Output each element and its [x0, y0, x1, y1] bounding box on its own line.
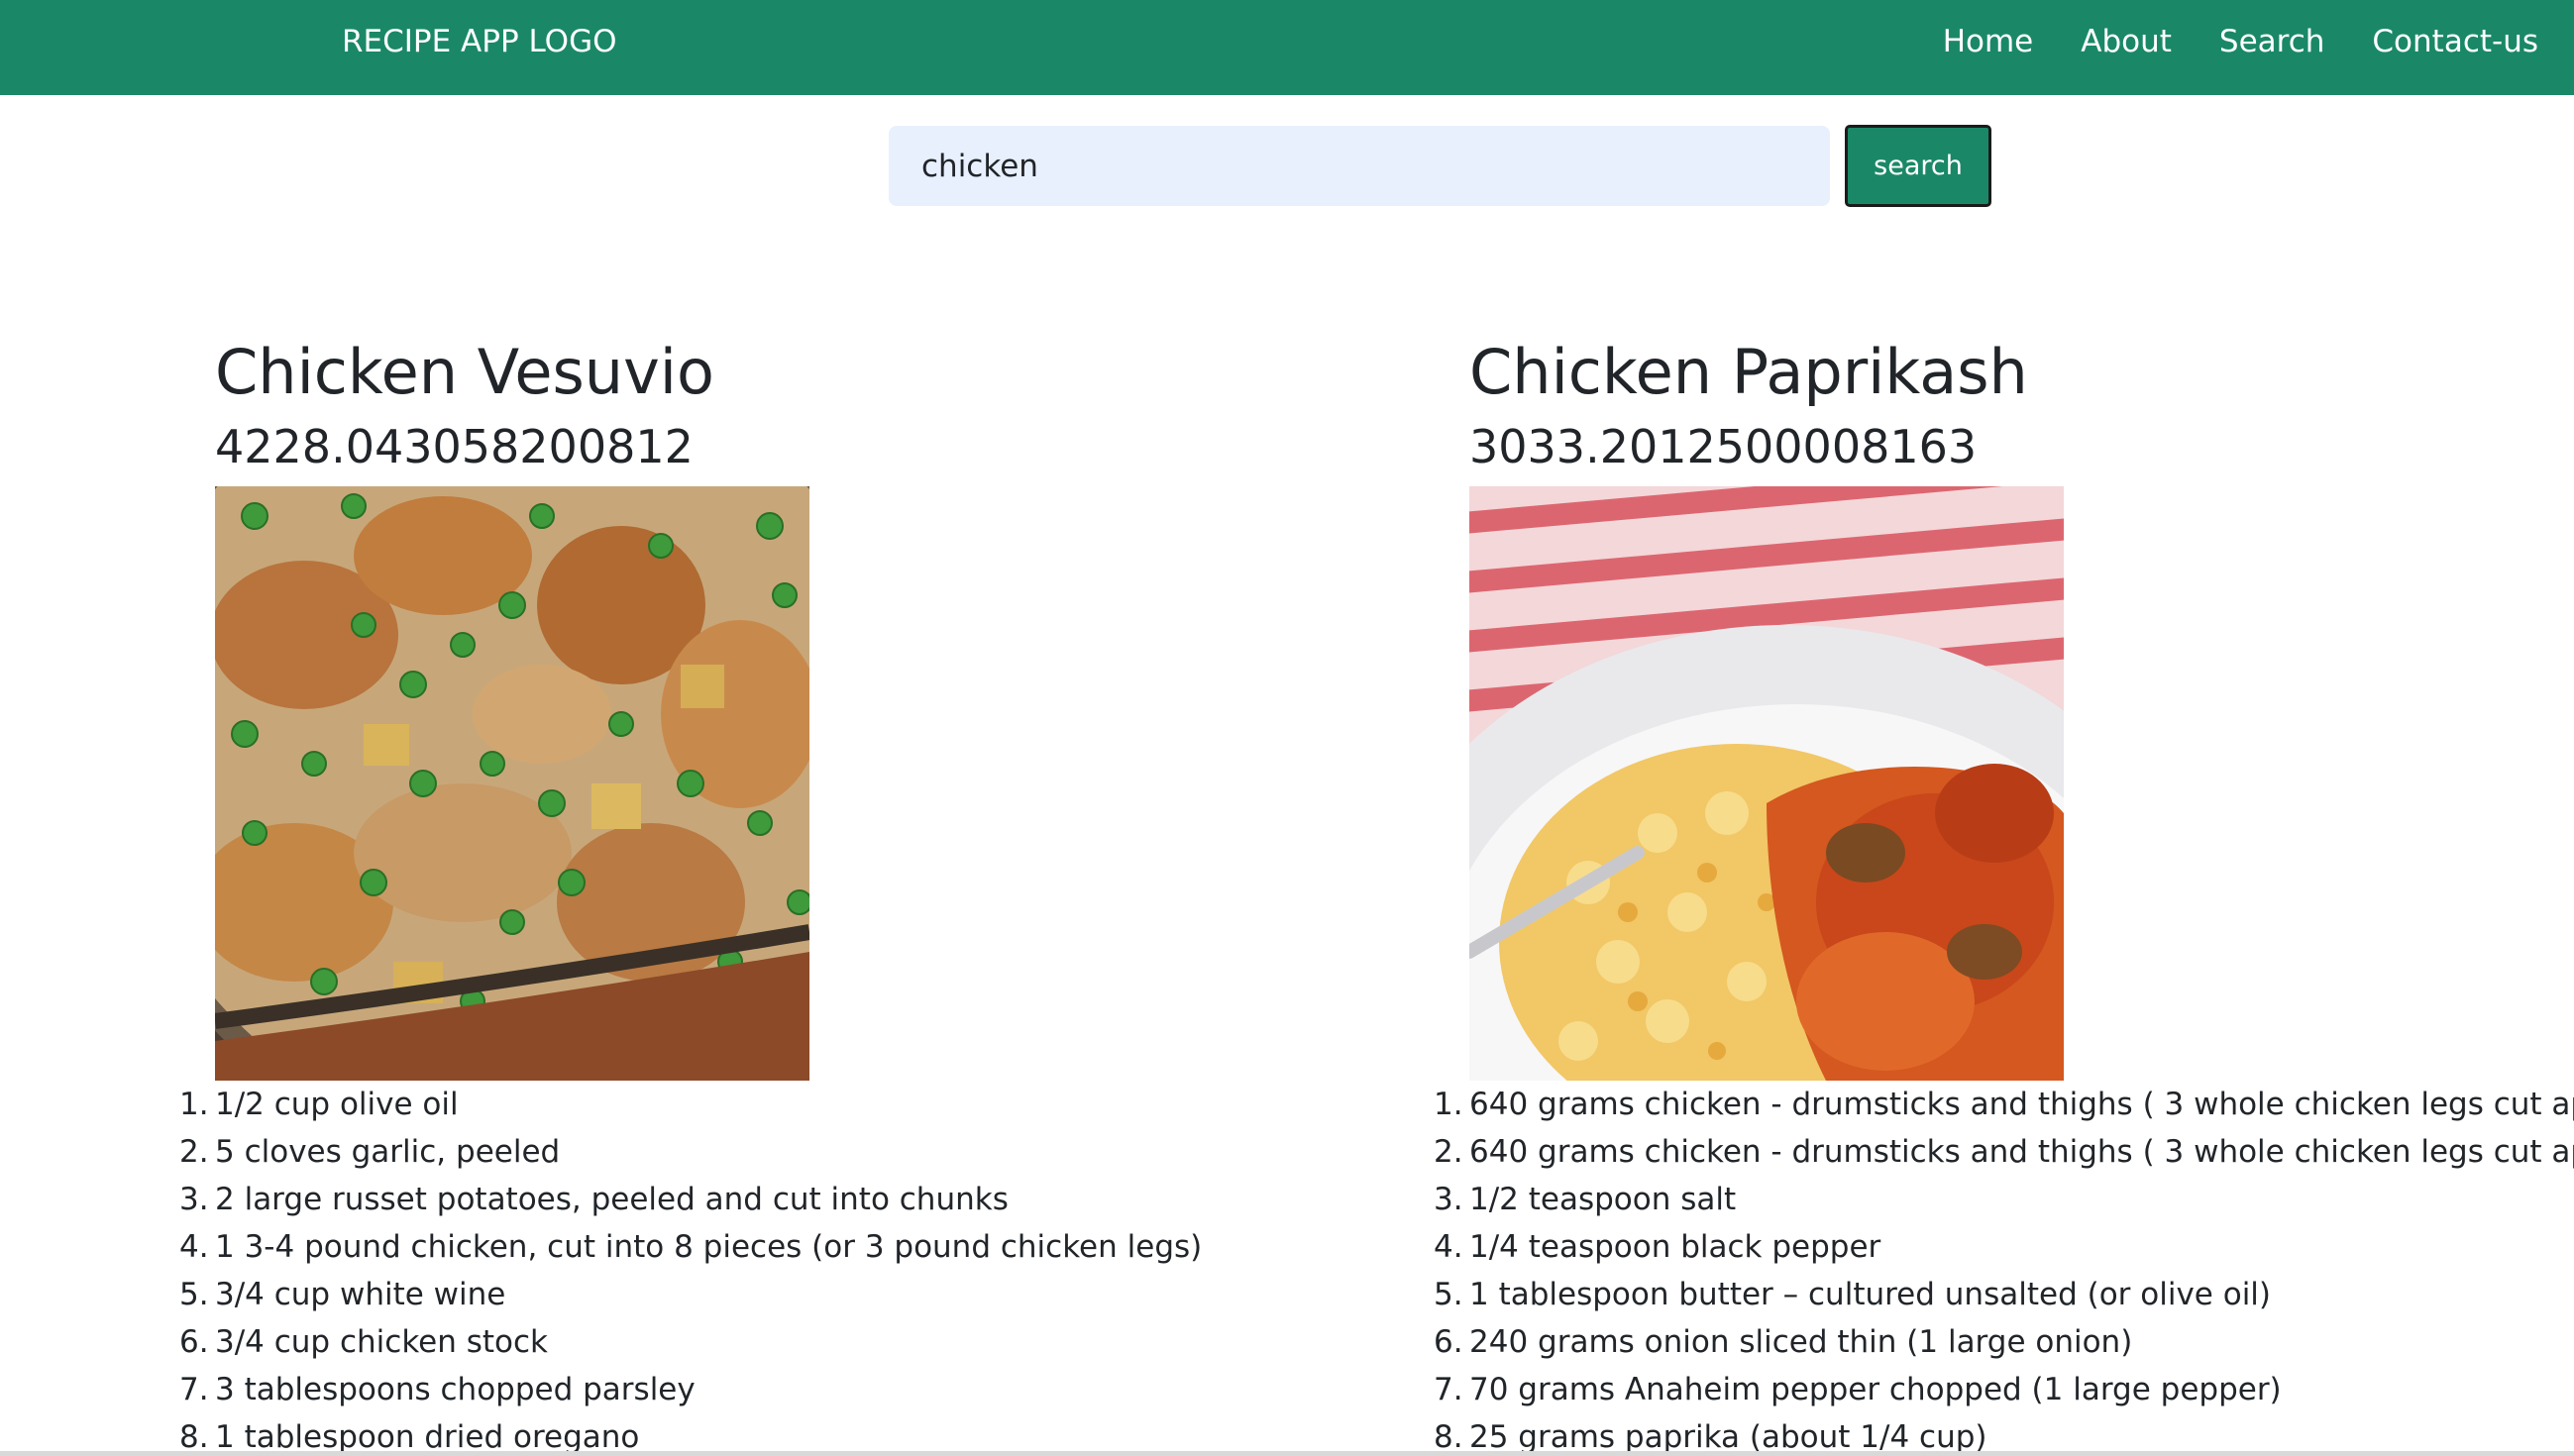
ingredient-text: 2 large russet potatoes, peeled and cut … — [215, 1182, 1009, 1217]
nav-link-search[interactable]: Search — [2219, 20, 2325, 63]
ingredient-item: 5. 1 tablespoon butter – cultured unsalte… — [1434, 1271, 2574, 1318]
ingredient-number: 4. — [1434, 1229, 1463, 1265]
recipe-score: 4228.043058200812 — [215, 420, 694, 473]
navbar: RECIPE APP LOGO Home About Search Contac… — [0, 0, 2574, 95]
recipe-card: Chicken Paprikash 3033.2012500008163 1. … — [1434, 327, 2574, 1456]
recipe-title: Chicken Vesuvio — [215, 336, 714, 408]
ingredient-number: 4. — [179, 1229, 209, 1265]
ingredient-text: 1/2 cup olive oil — [215, 1087, 459, 1122]
nav-links: Home About Search Contact-us — [1943, 20, 2538, 63]
page: RECIPE APP LOGO Home About Search Contac… — [0, 0, 2574, 1456]
ingredient-item: 4. 1/4 teaspoon black pepper — [1434, 1223, 2574, 1271]
ingredient-text: 5 cloves garlic, peeled — [215, 1134, 561, 1170]
ingredient-number: 7. — [179, 1372, 209, 1407]
ingredient-item: 2. 5 cloves garlic, peeled — [179, 1128, 1444, 1176]
recipe-score: 3033.2012500008163 — [1469, 420, 1978, 473]
ingredient-item: 2. 640 grams chicken - drumsticks and thi… — [1434, 1128, 2574, 1176]
viewport-bottom-edge — [0, 1451, 2574, 1456]
ingredient-text: 1/2 teaspoon salt — [1469, 1182, 1737, 1217]
ingredient-item: 7. 70 grams Anaheim pepper chopped (1 lar… — [1434, 1366, 2574, 1413]
ingredient-item: 4. 1 3-4 pound chicken, cut into 8 pieces… — [179, 1223, 1444, 1271]
ingredient-item: 8. 1 tablespoon dried oregano — [179, 1413, 1444, 1456]
ingredient-number: 1. — [179, 1087, 209, 1122]
search-input[interactable] — [889, 126, 1830, 206]
ingredient-number: 6. — [179, 1324, 209, 1360]
ingredient-number: 5. — [1434, 1277, 1463, 1312]
ingredient-text: 240 grams onion sliced thin (1 large oni… — [1469, 1324, 2133, 1360]
ingredient-text: 3/4 cup chicken stock — [215, 1324, 549, 1360]
ingredient-text: 1/4 teaspoon black pepper — [1469, 1229, 1881, 1265]
nav-link-home[interactable]: Home — [1943, 20, 2034, 63]
ingredient-list: 1. 640 grams chicken - drumsticks and thi… — [1434, 1081, 2574, 1456]
ingredient-item: 3. 1/2 teaspoon salt — [1434, 1176, 2574, 1223]
ingredient-item: 1. 640 grams chicken - drumsticks and thi… — [1434, 1081, 2574, 1128]
ingredient-number: 5. — [179, 1277, 209, 1312]
ingredient-number: 6. — [1434, 1324, 1463, 1360]
ingredient-text: 1 tablespoon butter – cultured unsalted … — [1469, 1277, 2272, 1312]
ingredient-text: 3 tablespoons chopped parsley — [215, 1372, 696, 1407]
ingredient-item: 6. 3/4 cup chicken stock — [179, 1318, 1444, 1366]
nav-link-contact-us[interactable]: Contact-us — [2372, 20, 2538, 63]
ingredient-item: 3. 2 large russet potatoes, peeled and cu… — [179, 1176, 1444, 1223]
ingredient-item: 6. 240 grams onion sliced thin (1 large o… — [1434, 1318, 2574, 1366]
ingredient-number: 8. — [1434, 1419, 1463, 1455]
ingredient-text: 1 tablespoon dried oregano — [215, 1419, 640, 1455]
ingredient-list: 1. 1/2 cup olive oil 2. 5 cloves garlic, p… — [179, 1081, 1444, 1456]
search-button[interactable]: search — [1845, 125, 1991, 207]
ingredient-number: 7. — [1434, 1372, 1463, 1407]
ingredient-item: 5. 3/4 cup white wine — [179, 1271, 1444, 1318]
ingredient-text: 640 grams chicken - drumsticks and thigh… — [1469, 1134, 2574, 1170]
ingredient-text: 3/4 cup white wine — [215, 1277, 506, 1312]
chicken-paprikash-photo — [1469, 486, 2064, 1081]
ingredient-item: 7. 3 tablespoons chopped parsley — [179, 1366, 1444, 1413]
ingredient-item: 8. 25 grams paprika (about 1/4 cup) — [1434, 1413, 2574, 1456]
ingredient-number: 2. — [179, 1134, 209, 1170]
recipe-card: Chicken Vesuvio 4228.043058200812 1. 1/2… — [179, 327, 1444, 1456]
ingredient-number: 1. — [1434, 1087, 1463, 1122]
ingredient-number: 8. — [179, 1419, 209, 1455]
ingredient-number: 3. — [1434, 1182, 1463, 1217]
ingredient-number: 3. — [179, 1182, 209, 1217]
ingredient-number: 2. — [1434, 1134, 1463, 1170]
chicken-vesuvio-photo — [215, 486, 809, 1081]
recipe-title: Chicken Paprikash — [1469, 336, 2028, 408]
app-logo[interactable]: RECIPE APP LOGO — [342, 20, 617, 63]
ingredient-item: 1. 1/2 cup olive oil — [179, 1081, 1444, 1128]
ingredient-text: 70 grams Anaheim pepper chopped (1 large… — [1469, 1372, 2282, 1407]
ingredient-text: 1 3-4 pound chicken, cut into 8 pieces (… — [215, 1229, 1203, 1265]
ingredient-text: 25 grams paprika (about 1/4 cup) — [1469, 1419, 1987, 1455]
nav-link-about[interactable]: About — [2081, 20, 2172, 63]
ingredient-text: 640 grams chicken - drumsticks and thigh… — [1469, 1087, 2574, 1122]
